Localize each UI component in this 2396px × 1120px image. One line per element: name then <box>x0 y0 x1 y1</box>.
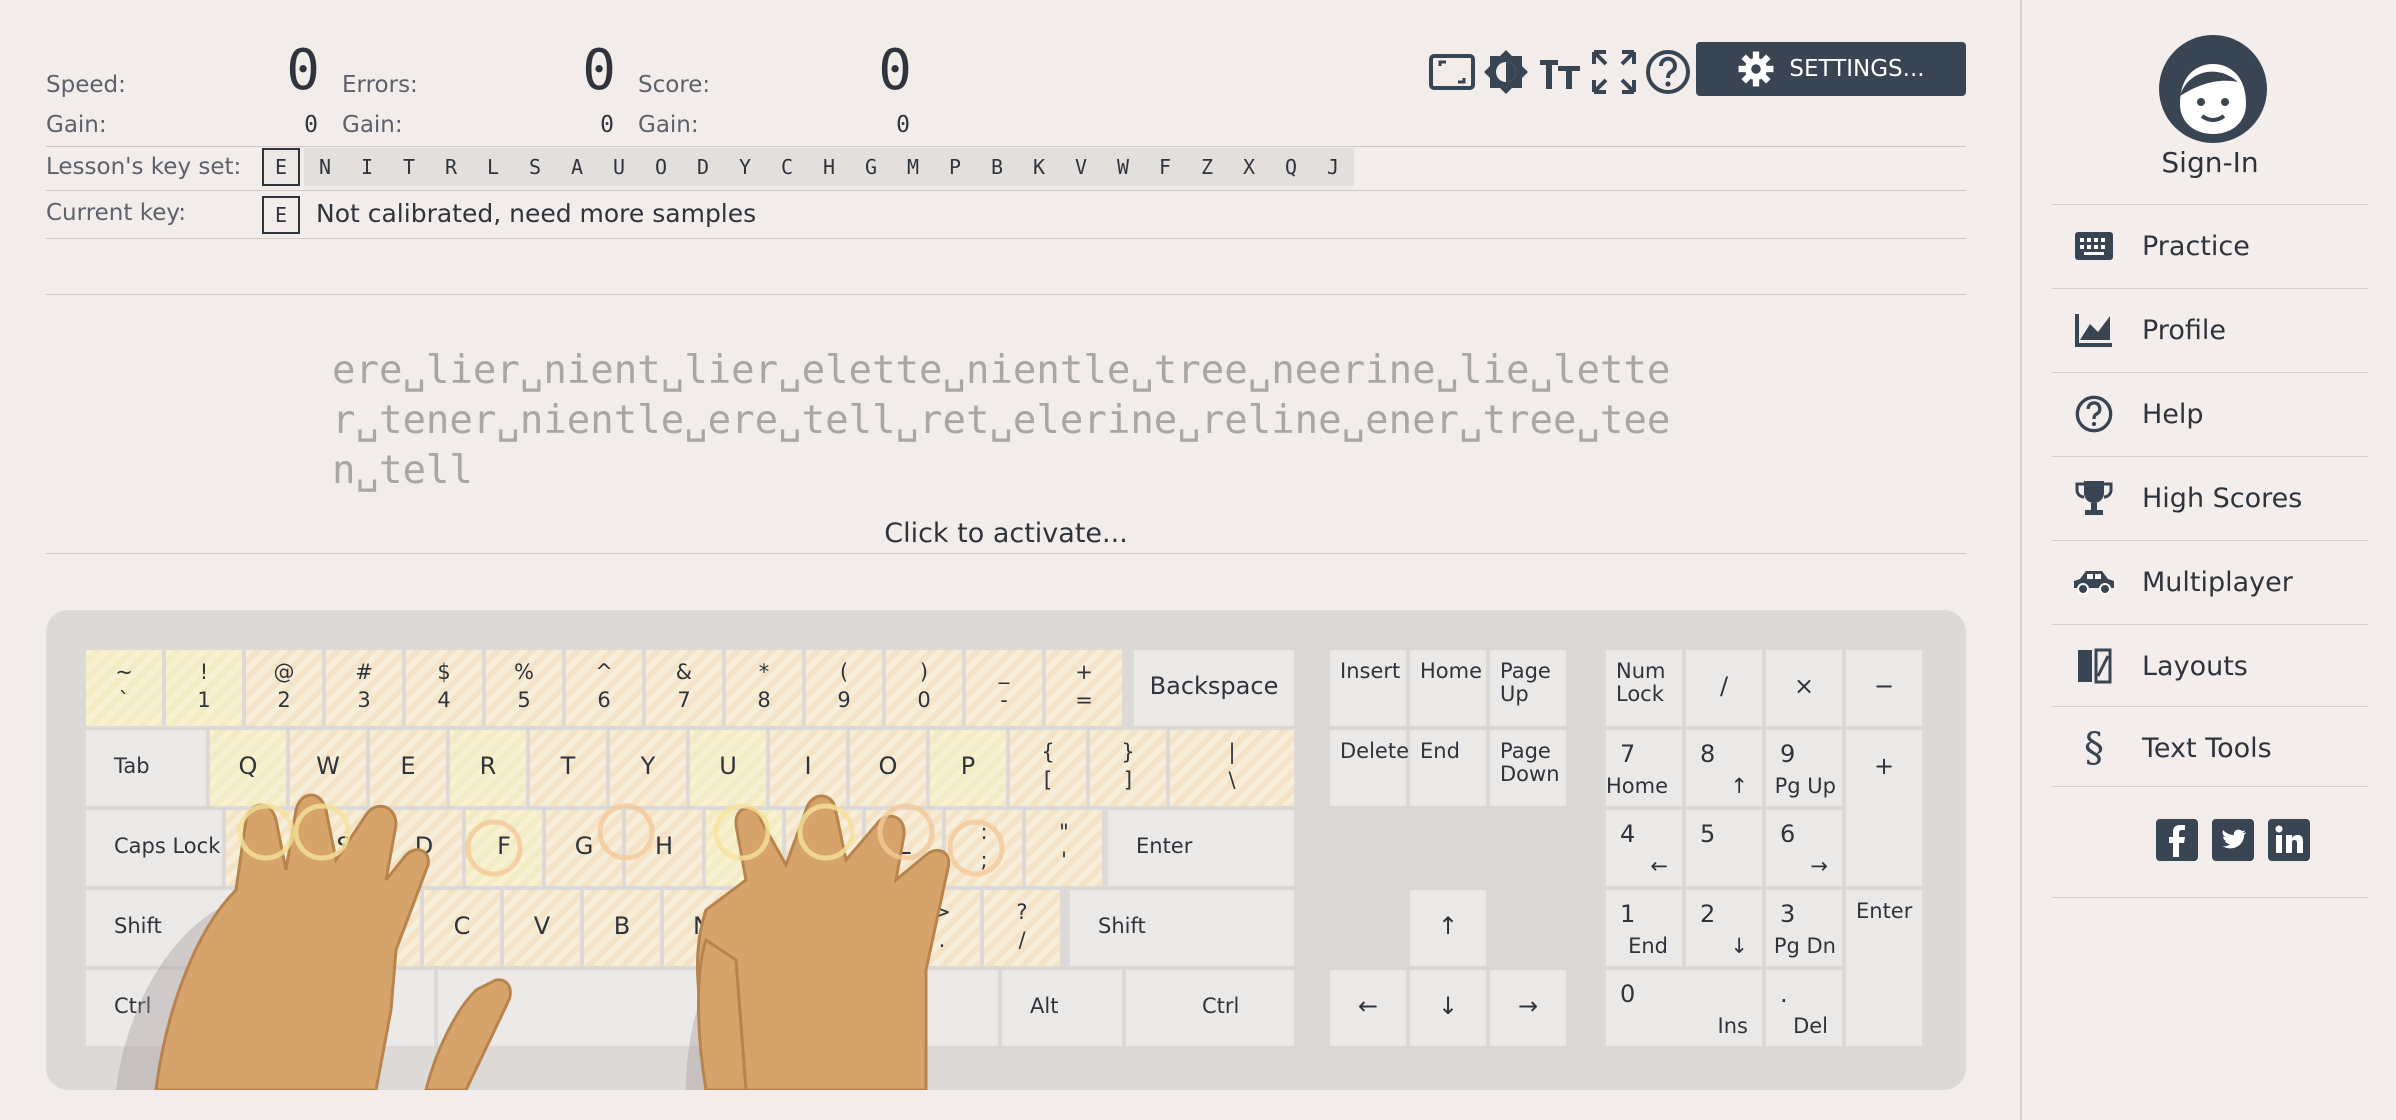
keyset-key: X <box>1228 148 1270 186</box>
keyset-key: M <box>892 148 934 186</box>
current-key: E <box>262 196 300 234</box>
nav-layouts[interactable]: Layouts <box>2052 624 2368 707</box>
speed-gain-value: 0 <box>304 112 318 138</box>
keyboard-icon <box>2075 232 2113 260</box>
fullscreen-icon[interactable] <box>1590 48 1638 96</box>
keyset-label: Lesson's key set: <box>46 154 242 180</box>
keyset-key: W <box>1102 148 1144 186</box>
linkedin-icon[interactable] <box>2268 819 2310 861</box>
help-icon[interactable] <box>1644 48 1692 96</box>
theme-icon[interactable] <box>1482 48 1530 96</box>
errors-label: Errors: <box>342 72 418 98</box>
keyset-key: T <box>388 148 430 186</box>
keyset-key: H <box>808 148 850 186</box>
keyset-key: S <box>514 148 556 186</box>
keyset-key: K <box>1018 148 1060 186</box>
sign-in-link[interactable]: Sign-In <box>2022 146 2396 179</box>
activate-prompt[interactable]: Click to activate... <box>0 518 2012 549</box>
errors-gain-value: 0 <box>600 112 614 138</box>
keyset-key: F <box>1144 148 1186 186</box>
keyset-key: P <box>934 148 976 186</box>
speed-gain-label: Gain: <box>46 112 107 138</box>
font-size-icon[interactable] <box>1536 48 1584 96</box>
keyset-key: U <box>598 148 640 186</box>
keyset-key: C <box>766 148 808 186</box>
current-key-status: Not calibrated, need more samples <box>316 199 757 228</box>
errors-gain-label: Gain: <box>342 112 403 138</box>
layouts-icon <box>2078 648 2112 684</box>
lesson-text[interactable]: ere␣lier␣nient␣lier␣elette␣nientle␣tree␣… <box>332 346 1692 496</box>
nav-text-tools[interactable]: § Text Tools <box>2052 706 2368 789</box>
keyset-key: J <box>1312 148 1354 186</box>
divider <box>46 146 1966 147</box>
keyset-key: Y <box>724 148 766 186</box>
main-area: Speed: 0 Gain: 0 Errors: 0 Gain: 0 Score… <box>0 0 2020 1120</box>
score-label: Score: <box>638 72 711 98</box>
nav-profile[interactable]: Profile <box>2052 288 2368 371</box>
keyset-key: E <box>262 148 300 186</box>
hands-overlay <box>116 793 1005 1090</box>
car-icon <box>2074 571 2114 595</box>
keyset-key: D <box>682 148 724 186</box>
help-icon <box>2075 395 2113 433</box>
keyset-key: R <box>430 148 472 186</box>
nav-multiplayer[interactable]: Multiplayer <box>2052 540 2368 623</box>
right-hand <box>695 794 951 1090</box>
sidebar: Sign-In Practice Profile Help High Score… <box>2020 0 2396 1120</box>
score-value: 0 <box>878 38 912 103</box>
divider <box>46 238 1966 239</box>
lesson-keyset: ENITRLSAUODYCHGMPBKVWFZXQJ <box>262 148 1354 188</box>
keyset-key: Z <box>1186 148 1228 186</box>
social-links <box>2052 786 2368 898</box>
divider <box>46 553 1966 554</box>
keyset-key: G <box>850 148 892 186</box>
settings-label: SETTINGS... <box>1789 56 1925 82</box>
score-gain-value: 0 <box>896 112 910 138</box>
current-key-label: Current key: <box>46 200 187 226</box>
nav-help[interactable]: Help <box>2052 372 2368 455</box>
facebook-icon[interactable] <box>2156 819 2198 861</box>
twitter-icon[interactable] <box>2212 819 2254 861</box>
score-gain-label: Gain: <box>638 112 699 138</box>
section-icon: § <box>2084 725 2104 771</box>
errors-value: 0 <box>582 38 616 103</box>
speed-label: Speed: <box>46 72 126 98</box>
virtual-keyboard: ~ `! 1 @2 #3 $4% 5 ^ 6 & 7 * 8(9) 0 _ - + = Backspace Tab… <box>46 610 1966 1090</box>
settings-button[interactable]: SETTINGS... <box>1696 42 1966 96</box>
keyset-key: L <box>472 148 514 186</box>
keyset-key: A <box>556 148 598 186</box>
keyset-key: Q <box>1270 148 1312 186</box>
left-hand <box>154 793 512 1090</box>
divider <box>46 190 1966 191</box>
keyset-key: N <box>304 148 346 186</box>
speed-value: 0 <box>286 38 320 103</box>
gear-icon <box>1738 51 1774 87</box>
trophy-icon <box>2075 481 2113 515</box>
keyboard-size-icon[interactable] <box>1428 48 1476 96</box>
chart-icon <box>2075 314 2112 347</box>
avatar-icon[interactable] <box>2158 34 2268 144</box>
keyset-key: V <box>1060 148 1102 186</box>
keyset-key: I <box>346 148 388 186</box>
keyset-key: O <box>640 148 682 186</box>
nav-practice[interactable]: Practice <box>2052 204 2368 287</box>
divider <box>46 294 1966 295</box>
keyset-key: B <box>976 148 1018 186</box>
nav-high-scores[interactable]: High Scores <box>2052 456 2368 539</box>
